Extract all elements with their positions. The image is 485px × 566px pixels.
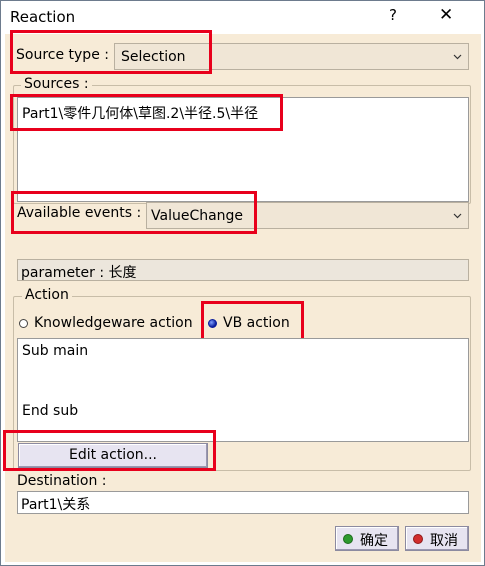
radio-knowledgeware-label: Knowledgeware action xyxy=(34,315,193,331)
sources-list-item[interactable]: Part1\零件几何体\草图.2\半径.5\半径 xyxy=(22,103,258,123)
destination-field[interactable]: Part1\关系 xyxy=(17,491,469,514)
cancel-button[interactable]: 取消 xyxy=(405,526,469,551)
destination-label: Destination : xyxy=(17,473,107,489)
dialog-content: Source type : Selection Sources : Part1\… xyxy=(3,30,481,562)
source-type-label: Source type : xyxy=(16,47,109,63)
radio-unchecked-icon xyxy=(19,319,28,328)
cancel-label: 取消 xyxy=(430,533,458,549)
help-button[interactable]: ? xyxy=(389,6,397,24)
events-label: Available events : xyxy=(17,205,142,221)
parameter-text: parameter : 长度 xyxy=(21,265,137,281)
ok-label: 确定 xyxy=(360,533,388,549)
sources-label: Sources : xyxy=(21,76,92,92)
source-type-combo[interactable]: Selection xyxy=(114,43,469,70)
events-value: ValueChange xyxy=(151,208,244,224)
chevron-down-icon xyxy=(453,54,462,60)
parameter-field: parameter : 长度 xyxy=(17,259,469,281)
chevron-down-icon xyxy=(453,213,462,219)
events-combo[interactable]: ValueChange xyxy=(146,202,469,229)
code-line: End sub xyxy=(22,403,79,419)
action-code-editor[interactable]: Sub main End sub xyxy=(17,338,469,442)
ok-button[interactable]: 确定 xyxy=(335,526,399,551)
ok-icon xyxy=(343,534,353,544)
radio-checked-icon xyxy=(208,319,217,328)
action-label: Action xyxy=(22,287,72,303)
close-button[interactable]: ✕ xyxy=(439,5,453,25)
cancel-icon xyxy=(413,534,423,544)
reaction-dialog: Reaction ? ✕ Source type : Selection Sou… xyxy=(0,0,485,566)
destination-value: Part1\关系 xyxy=(21,497,91,513)
dialog-title: Reaction xyxy=(10,8,76,26)
radio-knowledgeware[interactable]: Knowledgeware action xyxy=(18,314,208,334)
title-bar: Reaction ? ✕ xyxy=(1,1,484,33)
sources-list[interactable]: Part1\零件几何体\草图.2\半径.5\半径 xyxy=(17,97,469,202)
edit-action-button[interactable]: Edit action... xyxy=(18,443,208,468)
source-type-value: Selection xyxy=(121,49,186,65)
radio-vb-action[interactable]: VB action xyxy=(208,314,300,334)
code-line: Sub main xyxy=(22,343,89,359)
radio-vb-label: VB action xyxy=(223,315,290,331)
